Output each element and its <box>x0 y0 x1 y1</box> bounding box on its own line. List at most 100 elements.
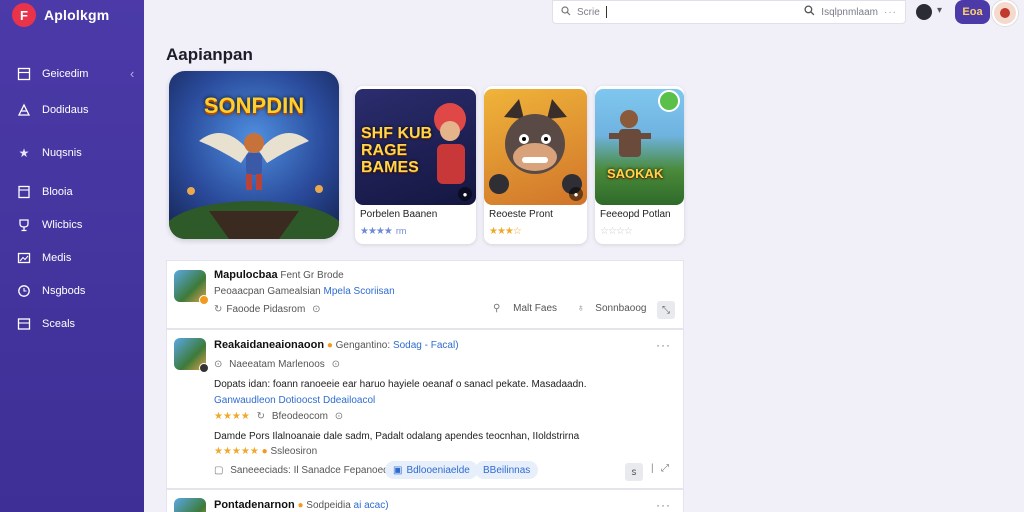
share-icon[interactable]: ꜱ <box>625 463 643 481</box>
chevron-down-icon[interactable]: ▾ <box>937 5 942 16</box>
feed-item-link[interactable]: Mpela Scoriisan <box>324 286 395 297</box>
rating-stars: ★★★★★ <box>214 446 259 457</box>
game-card[interactable]: SAOKAK Feeeopd Potlan ☆☆☆☆ <box>595 86 684 244</box>
sidebar-item-0[interactable]: Geicedim <box>17 67 88 81</box>
action-link[interactable]: Sonnbaoog <box>595 303 646 314</box>
sidebar-item-1[interactable]: Dodidaus <box>17 103 88 117</box>
comment-icon: ▢ <box>214 465 224 476</box>
trophy-icon <box>17 218 31 232</box>
user-avatar[interactable] <box>992 0 1018 26</box>
settings-icon[interactable]: ⊙ <box>312 304 320 315</box>
rating-count: rm <box>395 226 407 236</box>
text-cursor <box>605 6 607 18</box>
rating-stars: ★★★★ rm <box>360 226 407 237</box>
feed-item-link[interactable]: Ddeailoacol <box>323 395 375 406</box>
featured-game-card[interactable]: SONPDIN <box>169 71 339 239</box>
sidebar-item-label: Geicedim <box>42 68 89 80</box>
chart-icon <box>17 103 31 117</box>
feed-item-body: Dopats idan: foann ranoeeie ear haruo ha… <box>214 379 587 390</box>
calendar-icon <box>17 317 31 331</box>
search-icon[interactable] <box>804 5 815 19</box>
game-card-art: ● <box>484 89 587 205</box>
clock-icon <box>17 284 31 298</box>
game-card-art: SHF KUB RAGE BAMES ● <box>355 89 476 205</box>
feed-thumbnail[interactable] <box>174 498 206 512</box>
feed-item-meta: Sodpeidia <box>306 500 351 511</box>
search-suggestion[interactable]: Isqlpnmlaam <box>821 7 878 18</box>
action-button[interactable]: Eoa <box>955 0 990 24</box>
play-icon[interactable]: ● <box>569 187 583 201</box>
app-name: Aplolkgm <box>44 7 110 23</box>
feed-item[interactable]: Reakaidaneaionaoon ● Gengantino: Sodag -… <box>166 329 684 489</box>
verified-icon: ● <box>326 340 333 351</box>
section-title: Aapianpan <box>166 45 253 64</box>
expand-icon[interactable]: ⤡ <box>657 301 675 319</box>
game-card-name: Porbelen Baanen <box>360 209 438 220</box>
feed-item-body: Damde Pors Ilalnoanaie dale sadm, Padalt… <box>214 431 580 442</box>
location-icon[interactable]: ♁ <box>577 303 585 314</box>
app-logo-icon: F <box>12 3 36 27</box>
location-icon: ⊙ <box>214 359 223 370</box>
rating-stars: ☆☆☆☆ <box>600 226 633 237</box>
feed-item-link[interactable]: ai acac) <box>354 500 389 511</box>
feed-item-title[interactable]: Reakaidaneaionaoon <box>214 339 324 351</box>
feed-item-link[interactable]: Sodag - Facal) <box>393 340 459 351</box>
search-bar[interactable]: Scrie Isqlpnmlaam ··· <box>552 0 906 24</box>
settings-icon[interactable]: ⊙ <box>335 411 343 422</box>
game-card[interactable]: ● Reoeste Pront ★★★☆ <box>484 86 587 244</box>
search-icon[interactable]: ⚲ <box>493 303 500 314</box>
tag-pill[interactable]: ▣ Bdlooeniaelde <box>385 461 478 479</box>
feed-item-title[interactable]: Mapulocbaa <box>214 269 278 281</box>
settings-icon[interactable]: ⊙ <box>332 359 340 370</box>
image-icon <box>17 251 31 265</box>
verified-icon: ● <box>261 446 268 457</box>
sidebar-item-2[interactable]: ★ Nuqsnis <box>17 146 82 160</box>
game-card[interactable]: SHF KUB RAGE BAMES ● Porbelen Baanen ★★★… <box>355 86 476 244</box>
feed-item-meta: Gengantino: <box>335 340 391 351</box>
game-card-art-title: SAOKAK <box>607 166 664 181</box>
star-icon: ★ <box>18 146 30 160</box>
sidebar-item-6[interactable]: Nsgbods <box>17 284 85 298</box>
feed-item-meta: Gr Brode <box>303 270 344 281</box>
sidebar-item-4[interactable]: Wlicbics <box>17 218 82 232</box>
feed-item-link[interactable]: Ganwaudleon Dotioocst <box>214 395 320 406</box>
profile-avatar[interactable] <box>916 4 932 20</box>
clock-icon: ↻ <box>214 304 223 315</box>
collapse-sidebar-icon[interactable]: ‹ <box>130 66 134 81</box>
search-input[interactable] <box>612 6 673 18</box>
action-link[interactable]: Malt Faes <box>513 303 557 314</box>
tag-pill[interactable]: BBeilinnas <box>475 461 539 479</box>
clock-icon: ↻ <box>256 411 266 422</box>
sidebar-item-label: Blooia <box>42 186 73 198</box>
sidebar-item-label: Dodidaus <box>42 104 89 116</box>
home-icon <box>17 67 31 81</box>
feed-item[interactable]: Pontadenarnon ● Sodpeidia ai acac) ··· <box>166 489 684 512</box>
sidebar-item-5[interactable]: Medis <box>17 251 71 265</box>
brand[interactable]: F Aplolkgm <box>12 3 109 27</box>
sidebar-item-7[interactable]: Sceals <box>17 317 75 331</box>
featured-game-title: SONPDIN <box>203 93 305 118</box>
tag-icon: ▣ <box>393 464 403 476</box>
verified-icon: ● <box>297 500 304 511</box>
feed-item[interactable]: Mapulocbaa Fent Gr Brode Peoaacpan Gamea… <box>166 260 684 329</box>
feed-thumbnail[interactable] <box>174 338 209 373</box>
rating-stars: ★★★☆ <box>489 226 522 237</box>
more-options-icon[interactable]: ··· <box>656 498 671 512</box>
sidebar-item-label: Nsgbods <box>42 285 86 297</box>
more-options-icon[interactable]: ··· <box>656 338 671 352</box>
feed-thumbnail[interactable] <box>174 270 209 305</box>
play-icon[interactable]: ● <box>458 187 472 201</box>
game-card-art-title: SHF KUB RAGE BAMES <box>361 125 433 176</box>
game-card-name: Feeeopd Potlan <box>600 209 671 220</box>
feed-item-title[interactable]: Pontadenarnon <box>214 499 295 511</box>
expand-icon[interactable]: ⤢ <box>661 463 669 474</box>
sidebar-item-label: Wlicbics <box>42 219 83 231</box>
sidebar-item-3[interactable]: Blooia <box>17 185 73 199</box>
more-options-icon[interactable]: ··· <box>884 7 897 18</box>
divider: | <box>651 463 654 474</box>
rating-stars: ★★★★ <box>214 411 250 422</box>
sidebar-item-label: Medis <box>42 252 72 264</box>
game-card-art: SAOKAK <box>595 89 684 205</box>
book-icon <box>17 185 31 199</box>
search-scope-label: Scrie <box>577 6 600 18</box>
